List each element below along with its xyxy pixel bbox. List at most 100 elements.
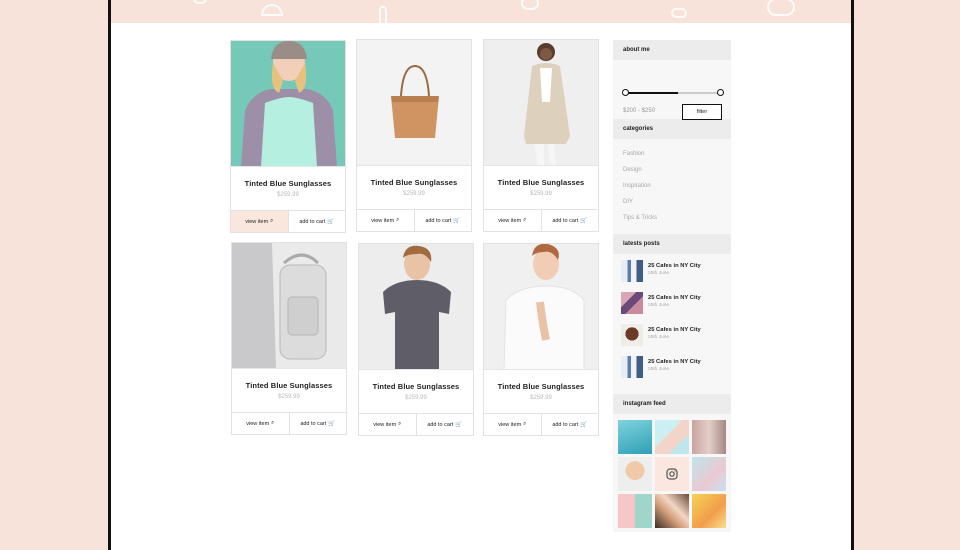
view-item-button[interactable]: view item ⌕ bbox=[484, 414, 541, 435]
latest-posts-list: 25 Cafes in NY City 25th June 25 Cafes in… bbox=[613, 254, 731, 394]
range-slider-fill bbox=[625, 92, 678, 94]
search-icon: ⌕ bbox=[523, 421, 527, 427]
category-link-design[interactable]: Design bbox=[623, 162, 721, 178]
post-date: 25th June bbox=[648, 367, 670, 372]
category-link-inspiration[interactable]: Inspiration bbox=[623, 178, 721, 194]
view-item-button[interactable]: view item ⌕ bbox=[232, 413, 289, 434]
product-price: $259.99 bbox=[403, 191, 425, 197]
product-image-handbag[interactable] bbox=[357, 40, 471, 166]
product-card: Tinted Blue Sunglasses $259.99 view item… bbox=[230, 40, 346, 233]
post-thumbnail[interactable] bbox=[621, 292, 643, 314]
cart-icon: 🛒 bbox=[328, 420, 336, 427]
product-title[interactable]: Tinted Blue Sunglasses bbox=[359, 382, 473, 391]
search-icon: ⌕ bbox=[270, 218, 274, 224]
post-thumbnail[interactable] bbox=[621, 260, 643, 282]
instagram-photo[interactable] bbox=[655, 420, 689, 454]
add-to-cart-label: add to cart bbox=[300, 420, 327, 427]
view-item-button[interactable]: view item ⌕ bbox=[359, 414, 416, 435]
range-slider-max-handle[interactable] bbox=[717, 89, 724, 96]
cart-icon: 🛒 bbox=[453, 217, 461, 224]
price-range-filter: $200 - $250 filter bbox=[613, 60, 731, 120]
categories-list: Fashion Design Inspiration DIY Tips & Tr… bbox=[613, 139, 731, 234]
post-item[interactable]: 25 Cafes in NY City 25th June bbox=[621, 260, 723, 292]
instagram-icon[interactable] bbox=[655, 457, 689, 491]
add-to-cart-label: add to cart bbox=[552, 421, 579, 428]
post-item[interactable]: 25 Cafes in NY City 25th June bbox=[621, 356, 723, 388]
add-to-cart-button[interactable]: add to cart 🛒 bbox=[413, 210, 472, 231]
instagram-photo[interactable] bbox=[692, 494, 726, 528]
product-title[interactable]: Tinted Blue Sunglasses bbox=[232, 381, 346, 390]
product-card: Tinted Blue Sunglasses $259.99 view item… bbox=[231, 242, 347, 435]
add-to-cart-button[interactable]: add to cart 🛒 bbox=[540, 414, 599, 435]
add-to-cart-button[interactable]: add to cart 🛒 bbox=[540, 210, 599, 231]
post-date: 25th June bbox=[648, 303, 670, 308]
latest-posts-heading: latests posts bbox=[613, 234, 731, 254]
add-to-cart-button[interactable]: add to cart 🛒 bbox=[415, 414, 474, 435]
cart-icon: 🛒 bbox=[580, 217, 588, 224]
post-title[interactable]: 25 Cafes in NY City bbox=[648, 359, 701, 365]
instagram-feed-heading: instagram feed bbox=[613, 394, 731, 414]
category-link-fashion[interactable]: Fashion bbox=[623, 146, 721, 162]
post-date: 25th June bbox=[648, 271, 670, 276]
post-thumbnail[interactable] bbox=[621, 324, 643, 346]
product-image-trench-coat[interactable] bbox=[484, 40, 598, 166]
product-title[interactable]: Tinted Blue Sunglasses bbox=[484, 382, 598, 391]
add-to-cart-label: add to cart bbox=[552, 217, 579, 224]
range-slider-min-handle[interactable] bbox=[622, 89, 629, 96]
instagram-photo[interactable] bbox=[692, 420, 726, 454]
category-link-tips[interactable]: Tips & Tricks bbox=[623, 210, 721, 226]
search-icon: ⌕ bbox=[523, 217, 527, 223]
post-title[interactable]: 25 Cafes in NY City bbox=[648, 327, 701, 333]
post-item[interactable]: 25 Cafes in NY City 25th June bbox=[621, 292, 723, 324]
instagram-photo[interactable] bbox=[618, 494, 652, 528]
post-title[interactable]: 25 Cafes in NY City bbox=[648, 263, 701, 269]
product-title[interactable]: Tinted Blue Sunglasses bbox=[357, 178, 471, 187]
hero-banner bbox=[111, 0, 851, 23]
add-to-cart-button[interactable]: add to cart 🛒 bbox=[287, 211, 346, 232]
view-item-label: view item bbox=[371, 217, 395, 224]
post-title[interactable]: 25 Cafes in NY City bbox=[648, 295, 701, 301]
filter-button[interactable]: filter bbox=[682, 104, 722, 120]
search-icon: ⌕ bbox=[398, 421, 402, 427]
view-item-button[interactable]: view item ⌕ bbox=[231, 211, 288, 232]
product-image-white-shirt[interactable] bbox=[484, 244, 598, 370]
search-icon: ⌕ bbox=[396, 217, 400, 223]
product-image-woman-beanie[interactable] bbox=[231, 41, 345, 167]
view-item-button[interactable]: view item ⌕ bbox=[357, 210, 414, 231]
range-slider-track[interactable] bbox=[622, 89, 724, 96]
view-item-label: view item bbox=[498, 421, 522, 428]
product-card: Tinted Blue Sunglasses $259.99 view item… bbox=[483, 39, 599, 232]
product-price: $259.99 bbox=[278, 394, 300, 400]
add-to-cart-button[interactable]: add to cart 🛒 bbox=[288, 413, 347, 434]
view-item-label: view item bbox=[498, 217, 522, 224]
view-item-label: view item bbox=[245, 218, 269, 225]
product-title[interactable]: Tinted Blue Sunglasses bbox=[231, 179, 345, 188]
sidebar: about me $200 - $250 filter categories F… bbox=[613, 40, 731, 532]
view-item-label: view item bbox=[246, 420, 270, 427]
post-item[interactable]: 25 Cafes in NY City 25th June bbox=[621, 324, 723, 356]
add-to-cart-label: add to cart bbox=[425, 217, 452, 224]
instagram-grid bbox=[613, 414, 731, 532]
instagram-photo[interactable] bbox=[655, 494, 689, 528]
price-range-value: $200 - $250 bbox=[623, 108, 656, 114]
instagram-photo[interactable] bbox=[618, 420, 652, 454]
cart-icon: 🛒 bbox=[327, 218, 335, 225]
product-price: $259.99 bbox=[405, 395, 427, 401]
add-to-cart-label: add to cart bbox=[427, 421, 454, 428]
product-title[interactable]: Tinted Blue Sunglasses bbox=[484, 178, 598, 187]
page-frame: Tinted Blue Sunglasses $259.99 view item… bbox=[108, 0, 854, 550]
product-card: Tinted Blue Sunglasses $259.99 view item… bbox=[483, 243, 599, 436]
product-image-backpack[interactable] bbox=[232, 243, 346, 369]
post-thumbnail[interactable] bbox=[621, 356, 643, 378]
product-price: $259.99 bbox=[277, 192, 299, 198]
instagram-photo[interactable] bbox=[618, 457, 652, 491]
search-icon: ⌕ bbox=[271, 420, 275, 426]
cart-icon: 🛒 bbox=[580, 421, 588, 428]
view-item-button[interactable]: view item ⌕ bbox=[484, 210, 541, 231]
product-card: Tinted Blue Sunglasses $259.99 view item… bbox=[356, 39, 472, 232]
category-link-diy[interactable]: DIY bbox=[623, 194, 721, 210]
view-item-label: view item bbox=[373, 421, 397, 428]
post-date: 25th June bbox=[648, 335, 670, 340]
instagram-photo[interactable] bbox=[692, 457, 726, 491]
product-image-tshirt-man[interactable] bbox=[359, 244, 473, 370]
